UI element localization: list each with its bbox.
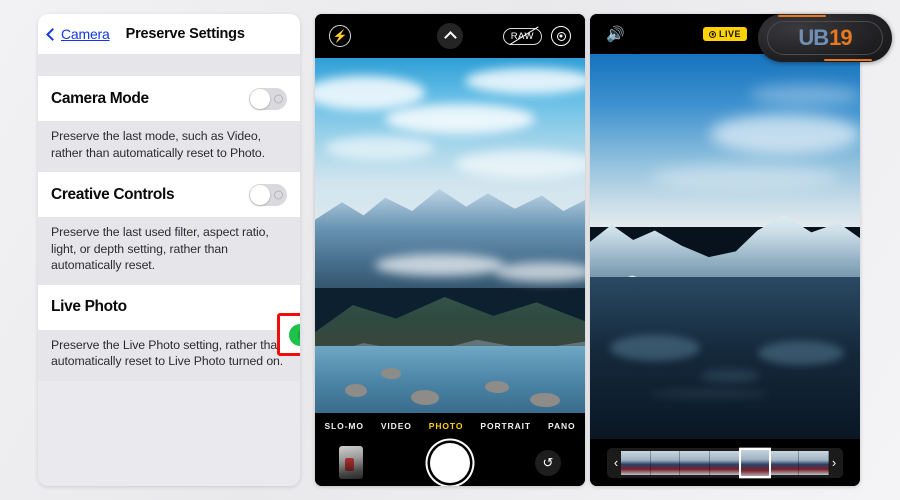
camera-mode-selector[interactable]: SLO-MO VIDEO PHOTO PORTRAIT PANO [315,413,585,439]
scrubber-next-arrow[interactable]: › [829,456,839,469]
mode-portrait[interactable]: PORTRAIT [480,421,531,431]
live-photo-toggle[interactable] [289,323,300,346]
cloud-wisp [750,84,860,106]
scrubber-prev-arrow[interactable]: ‹ [611,456,621,469]
watermark-logo: UB 19 [758,14,892,62]
chevron-left-icon [46,27,59,41]
scrubber-frame[interactable] [769,450,800,475]
setting-row-creative-controls[interactable]: Creative Controls [38,172,300,217]
cloud-wisp [650,164,840,190]
watermark-text-blue: UB [798,25,829,50]
reflection [610,335,700,361]
toggle-knob [250,88,270,109]
setting-description: Preserve the Live Photo setting, rather … [38,329,300,381]
frame-strip[interactable] [621,447,830,478]
preserve-settings-panel: Camera Preserve Settings Camera Mode Pre… [38,14,300,486]
cloud-shape [385,104,535,134]
cloud-shape [495,262,585,282]
stone [485,381,509,393]
back-button[interactable]: Camera [46,26,110,42]
stone [530,393,560,407]
back-button-label: Camera [61,26,110,42]
live-photo-circle-icon [708,30,716,38]
reflection [758,341,844,365]
cloud-shape [325,136,435,160]
scrubber-frame-selected[interactable] [738,447,771,478]
flash-bolt-icon[interactable]: ⚡ [329,25,351,47]
chevron-up-icon[interactable] [437,23,463,49]
live-photo-scrubber-bar: ‹ › [590,439,860,486]
reflection [700,369,760,383]
shutter-button[interactable] [430,442,470,483]
camera-top-bar: ⚡ RAW [315,14,585,58]
toggle-knob [250,184,270,205]
setting-label: Camera Mode [51,89,149,107]
setting-row-live-photo[interactable]: Live Photo [38,284,300,330]
scrubber-frame[interactable] [680,450,711,475]
live-photo-toggle-highlight [277,313,300,356]
watermark-accent-bar [778,15,826,17]
speaker-on-icon[interactable]: 🔊 [606,27,625,42]
cloud-shape [375,254,505,276]
last-photo-thumbnail[interactable] [339,446,363,479]
mode-photo[interactable]: PHOTO [429,421,464,431]
scrubber-frame[interactable] [650,450,681,475]
frame-scrubber[interactable]: ‹ › [607,447,843,478]
page-title: Preserve Settings [125,26,245,42]
scrubber-frame[interactable] [710,450,740,475]
setting-label: Creative Controls [51,185,175,203]
setting-row-camera-mode[interactable]: Camera Mode [38,76,300,121]
camera-app-screen: ⚡ RAW SLO-MO VIDEO PHOTO PORTR [315,14,585,486]
camera-flip-icon[interactable]: ↺ [535,449,561,476]
camera-bottom-bar: ↺ [315,439,585,486]
camera-viewfinder[interactable] [315,58,585,413]
cloud-wisp [710,114,860,154]
mode-slo-mo[interactable]: SLO-MO [324,421,363,431]
watermark-logo-ring: UB 19 [767,15,883,61]
mode-pano[interactable]: PANO [548,421,576,431]
photo-viewer-screen: 🔊 LIVE ‹ › [590,14,860,486]
scrubber-frame[interactable] [621,450,651,475]
stone [411,390,439,405]
live-photo-badge[interactable]: LIVE [702,27,748,41]
navigation-bar: Camera Preserve Settings [38,14,300,54]
live-photo-circle-icon[interactable] [551,26,571,46]
watermark-accent-bar [824,59,872,61]
stone [345,384,367,397]
scrubber-frame[interactable] [799,450,830,475]
cloud-shape [465,68,585,94]
section-gap [38,54,300,76]
watermark-text-orange: 19 [829,25,853,50]
stone [381,368,401,379]
mode-video[interactable]: VIDEO [381,421,412,431]
reflection [650,389,770,399]
photo-canvas[interactable] [590,54,860,439]
cloud-shape [455,150,585,178]
creative-controls-toggle[interactable] [249,183,287,206]
live-badge-label: LIVE [718,29,742,39]
setting-label: Live Photo [51,298,127,315]
raw-toggle-icon[interactable]: RAW [502,26,542,46]
setting-description: Preserve the last mode, such as Video, r… [38,121,300,172]
setting-description: Preserve the last used filter, aspect ra… [38,217,300,285]
camera-mode-toggle[interactable] [249,87,287,110]
